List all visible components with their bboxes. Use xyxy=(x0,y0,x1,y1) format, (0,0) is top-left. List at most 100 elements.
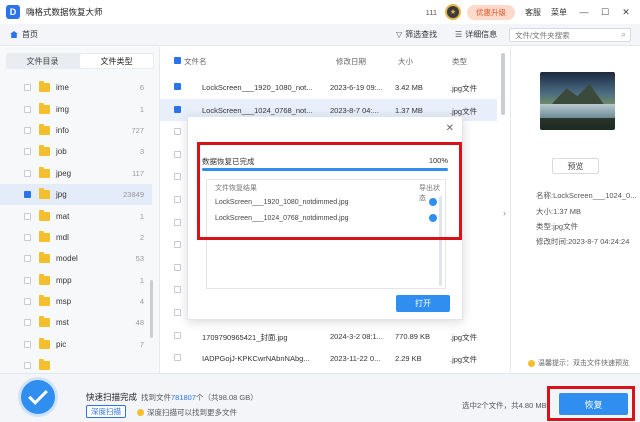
folder-row[interactable]: mdl 2 xyxy=(0,227,152,248)
file-row[interactable]: IADPGojJ-KPKCwrNAbnNAbg... 2023-11-22 0..… xyxy=(160,347,497,369)
file-checkbox[interactable] xyxy=(174,354,181,362)
file-checkbox[interactable] xyxy=(174,241,181,249)
file-checkbox[interactable] xyxy=(174,128,181,136)
folder-icon xyxy=(39,337,50,349)
folder-count: 23849 xyxy=(123,190,144,200)
preview-button[interactable]: 预览 xyxy=(552,158,599,174)
tab-file-directory[interactable]: 文件目录 xyxy=(6,53,79,69)
file-checkbox[interactable] xyxy=(174,83,181,90)
folder-row[interactable]: mat 1 xyxy=(0,205,152,226)
meta-type: 类型:jpg文件 xyxy=(536,222,579,231)
folder-row[interactable]: mpp 1 xyxy=(0,270,152,291)
folder-checkbox[interactable] xyxy=(24,126,31,134)
toolbar: 首页 ▽ 筛选查找 ☰ 详细信息 ⌕ xyxy=(0,24,640,46)
file-checkbox[interactable] xyxy=(174,150,181,158)
file-row[interactable]: LockScreen___1920_1080_not... 2023-6-19 0… xyxy=(160,76,497,98)
folder-checkbox[interactable] xyxy=(24,212,31,220)
search-input[interactable] xyxy=(515,30,615,40)
file-checkbox[interactable] xyxy=(174,105,181,113)
thumbnail-mountain xyxy=(550,84,605,106)
details-label: 详细信息 xyxy=(465,30,498,39)
folder-row[interactable]: img 1 xyxy=(0,98,152,119)
expand-panel-icon[interactable]: › xyxy=(503,208,506,218)
folder-name: info xyxy=(56,125,69,135)
folder-count: 2 xyxy=(139,232,144,242)
deep-scan-button[interactable]: 深度扫描 xyxy=(86,405,126,418)
folder-checkbox[interactable] xyxy=(24,148,31,156)
filter-icon: ▽ xyxy=(396,30,403,39)
folder-row[interactable]: model 53 xyxy=(0,248,152,269)
tab-file-type[interactable]: 文件类型 xyxy=(80,54,153,68)
header-modified[interactable]: 修改日期 xyxy=(336,56,366,67)
file-checkbox[interactable] xyxy=(174,309,181,316)
upgrade-button[interactable]: 优惠升级 xyxy=(467,4,515,20)
home-tab[interactable]: 首页 xyxy=(10,29,38,40)
folder-row[interactable]: ime 6 xyxy=(0,77,152,98)
folder-row[interactable]: jpg 23849 xyxy=(0,183,152,206)
search-box[interactable]: ⌕ xyxy=(509,28,631,42)
recover-highlight-frame xyxy=(547,386,635,421)
scan-title: 快速扫描完成 xyxy=(86,392,138,402)
file-checkbox[interactable] xyxy=(174,263,181,271)
file-checkbox[interactable] xyxy=(174,331,181,339)
folder-row[interactable]: jpeg 117 xyxy=(0,163,152,184)
folder-name: model xyxy=(56,254,78,264)
folder-checkbox[interactable] xyxy=(24,233,31,241)
file-checkbox[interactable] xyxy=(174,286,181,294)
file-size: 3.42 MB xyxy=(395,83,423,92)
folder-checkbox[interactable] xyxy=(24,105,31,113)
header-type[interactable]: 类型 xyxy=(452,56,467,67)
bulb-icon xyxy=(137,409,144,416)
filter-label: 筛选查找 xyxy=(405,30,438,39)
details-button[interactable]: ☰ 详细信息 xyxy=(455,29,497,40)
file-name: IADPGojJ-KPKCwrNAbnNAbg... xyxy=(202,354,310,364)
maximize-icon[interactable]: ☐ xyxy=(598,5,612,19)
folder-checkbox[interactable] xyxy=(24,362,31,370)
sidebar-scrollbar[interactable] xyxy=(150,280,153,338)
search-icon[interactable]: ⌕ xyxy=(622,30,626,40)
folder-name: pic xyxy=(56,339,67,349)
header-size[interactable]: 大小 xyxy=(398,56,413,67)
folder-row[interactable]: mst 48 xyxy=(0,312,152,333)
header-name[interactable]: 文件名 xyxy=(184,56,207,67)
close-icon[interactable]: ✕ xyxy=(619,5,633,19)
selection-info: 选中2个文件，共4.80 MB xyxy=(462,401,547,410)
file-row[interactable]: 1709790965421_封面.jpg 2024-3-2 08:1... 770.… xyxy=(160,325,497,347)
filter-button[interactable]: ▽ 筛选查找 xyxy=(396,29,437,40)
deep-hint-text: 深度扫描可以找到更多文件 xyxy=(147,408,237,417)
folder-row[interactable]: pic 7 xyxy=(0,334,152,355)
folder-checkbox[interactable] xyxy=(24,255,31,263)
folder-count: 1 xyxy=(139,211,144,221)
scroll-thumb[interactable] xyxy=(501,53,505,115)
folder-icon xyxy=(39,188,50,200)
folder-checkbox[interactable] xyxy=(24,340,31,348)
folder-row[interactable]: job 3 xyxy=(0,141,152,162)
file-modified: 2023-11-22 0... xyxy=(330,354,381,364)
folder-checkbox[interactable] xyxy=(24,276,31,284)
folder-row[interactable]: msp 4 xyxy=(0,291,152,312)
open-button[interactable]: 打开 xyxy=(396,295,450,312)
folder-checkbox[interactable] xyxy=(24,319,31,327)
app-title: 嗨格式数据恢复大师 xyxy=(26,7,103,17)
select-all-checkbox[interactable] xyxy=(174,57,181,64)
customer-service-link[interactable]: 客服 xyxy=(525,7,541,18)
menu-link[interactable]: 菜单 xyxy=(551,7,567,18)
folder-name: mpp xyxy=(56,275,72,285)
folder-count: 6 xyxy=(139,83,144,93)
home-icon xyxy=(10,31,18,38)
preview-hint-text: 温馨提示：双击文件快速预览 xyxy=(538,360,629,367)
folder-row[interactable]: info 727 xyxy=(0,120,152,141)
vip-avatar-icon[interactable]: ★ xyxy=(445,4,461,20)
folder-checkbox[interactable] xyxy=(24,298,31,306)
thumbnail-lake xyxy=(540,104,615,118)
folder-checkbox[interactable] xyxy=(24,84,31,92)
folder-checkbox[interactable] xyxy=(24,191,31,199)
file-checkbox[interactable] xyxy=(174,196,181,203)
file-checkbox[interactable] xyxy=(174,218,181,226)
file-checkbox[interactable] xyxy=(174,173,181,181)
dialog-close-icon[interactable]: ✕ xyxy=(446,123,454,134)
image-thumbnail[interactable] xyxy=(540,72,615,130)
folder-icon xyxy=(39,230,50,242)
minimize-icon[interactable]: — xyxy=(577,5,591,19)
folder-checkbox[interactable] xyxy=(24,169,31,177)
